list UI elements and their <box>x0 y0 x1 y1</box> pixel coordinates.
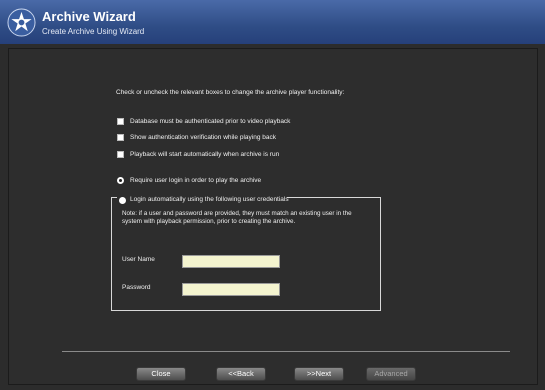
radio-require-login-label: Require user login in order to play the … <box>130 177 262 184</box>
close-button[interactable]: Close <box>136 367 186 381</box>
checkbox-show-auth[interactable] <box>117 134 124 141</box>
checkbox-show-auth-label: Show authentication verification while p… <box>130 134 276 141</box>
advanced-button[interactable]: Advanced <box>366 367 416 381</box>
username-label: User Name <box>122 256 155 263</box>
credentials-note: Note: if a user and password are provide… <box>122 210 352 225</box>
wizard-title: Archive Wizard <box>42 9 136 24</box>
instruction-text: Check or uncheck the relevant boxes to c… <box>116 89 345 96</box>
wizard-header: Archive Wizard Create Archive Using Wiza… <box>0 0 545 44</box>
next-button[interactable]: >>Next <box>294 367 344 381</box>
password-label: Password <box>122 284 151 291</box>
checkbox-autostart-label: Playback will start automatically when a… <box>130 151 280 158</box>
archive-star-icon <box>7 8 36 37</box>
checkbox-database-auth[interactable] <box>117 118 124 125</box>
username-input[interactable] <box>182 255 280 268</box>
archive-wizard-window: Archive Wizard Create Archive Using Wiza… <box>0 0 545 390</box>
radio-auto-login[interactable] <box>119 197 126 204</box>
checkbox-database-auth-label: Database must be authenticated prior to … <box>130 118 291 125</box>
radio-auto-login-label: Login automatically using the following … <box>130 196 289 203</box>
radio-require-login[interactable] <box>117 177 124 184</box>
checkbox-autostart[interactable] <box>117 151 124 158</box>
back-button[interactable]: <<Back <box>216 367 266 381</box>
wizard-subtitle: Create Archive Using Wizard <box>42 27 145 36</box>
footer-separator <box>62 351 510 352</box>
password-input[interactable] <box>182 283 280 296</box>
